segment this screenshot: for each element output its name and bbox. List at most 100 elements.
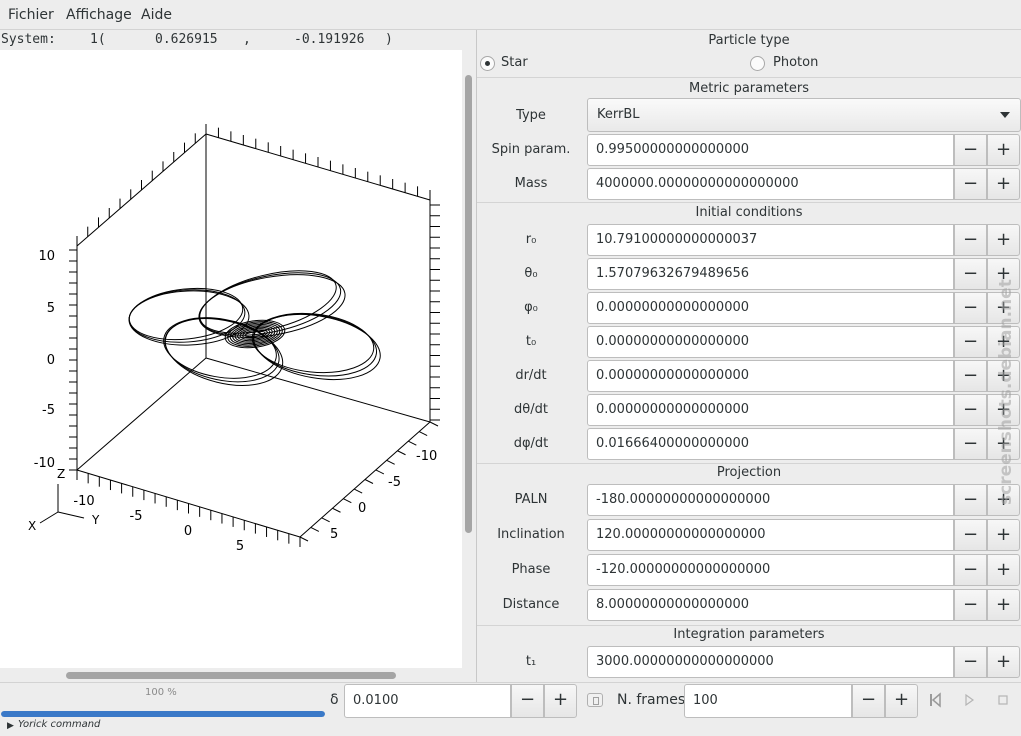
increment-button[interactable]: + xyxy=(987,258,1020,290)
mass-field[interactable]: 4000000.00000000000000000 xyxy=(587,168,954,200)
mass-increment-button[interactable]: + xyxy=(987,168,1020,200)
param-value-field[interactable]: -120.00000000000000000 xyxy=(587,554,954,586)
metric-type-label: Type xyxy=(516,108,546,123)
parameter-panel: Particle type Star Photon Metric paramet… xyxy=(477,30,1021,682)
spin-param-decrement-button[interactable]: − xyxy=(954,134,987,166)
increment-button[interactable]: + xyxy=(987,519,1020,551)
param-value-field[interactable]: 0.00000000000000000 xyxy=(587,360,954,392)
increment-button[interactable]: + xyxy=(987,292,1020,324)
param-value-field[interactable]: 0.00000000000000000 xyxy=(587,292,954,324)
plot-canvas[interactable]: Z X Y 10 5 0 -5 -10 -10 -5 0 5 -10 -5 0 … xyxy=(0,50,462,668)
increment-button[interactable]: + xyxy=(987,646,1020,678)
menu-fichier[interactable]: Fichier xyxy=(8,7,54,23)
decrement-button[interactable]: − xyxy=(954,292,987,324)
integration-parameters-title: Integration parameters xyxy=(673,627,825,642)
increment-button[interactable]: + xyxy=(987,360,1020,392)
stop-icon[interactable] xyxy=(995,692,1011,708)
param-value-field[interactable]: 0.01666400000000000 xyxy=(587,428,954,460)
progress-bar xyxy=(1,711,325,717)
separator xyxy=(477,202,1021,203)
particle-type-title: Particle type xyxy=(708,33,790,48)
nframes-field[interactable]: 100 xyxy=(684,684,852,718)
param-value-field[interactable]: -180.00000000000000000 xyxy=(587,484,954,516)
delta-field[interactable]: 0.0100 xyxy=(344,684,511,718)
status-index: 1( xyxy=(90,32,106,47)
radio-photon-label[interactable]: Photon xyxy=(773,55,818,70)
spin-param-increment-button[interactable]: + xyxy=(987,134,1020,166)
tick-mark xyxy=(321,517,330,523)
status-close: ) xyxy=(385,32,393,47)
radio-star[interactable] xyxy=(480,56,495,71)
mass-decrement-button[interactable]: − xyxy=(954,168,987,200)
increment-button[interactable]: + xyxy=(987,428,1020,460)
tick-label-x: -5 xyxy=(130,509,143,524)
decrement-button[interactable]: − xyxy=(954,519,987,551)
status-label: System: xyxy=(1,32,56,47)
delta-decrement-button[interactable]: − xyxy=(511,684,544,718)
param-value-field[interactable]: 120.00000000000000000 xyxy=(587,519,954,551)
tick-label-z: -5 xyxy=(42,403,55,418)
axis-label-y: Y xyxy=(91,513,100,527)
param-label: Inclination xyxy=(497,527,565,542)
decrement-button[interactable]: − xyxy=(954,428,987,460)
orbit-loop xyxy=(163,317,277,379)
plot-vertical-scroll-thumb[interactable] xyxy=(465,75,472,533)
decrement-button[interactable]: − xyxy=(954,554,987,586)
menu-affichage[interactable]: Affichage xyxy=(66,7,132,23)
delta-increment-button[interactable]: + xyxy=(544,684,577,718)
delta-label: δ xyxy=(330,692,339,708)
decrement-button[interactable]: − xyxy=(954,258,987,290)
param-value-field[interactable]: 0.00000000000000000 xyxy=(587,394,954,426)
increment-button[interactable]: + xyxy=(987,394,1020,426)
tick-mark xyxy=(386,459,395,465)
reset-icon[interactable] xyxy=(587,693,603,707)
param-value-field[interactable]: 1.57079632679489656 xyxy=(587,258,954,290)
status-y-value: -0.191926 xyxy=(294,32,365,47)
tick-label-y: 0 xyxy=(358,501,366,516)
increment-button[interactable]: + xyxy=(987,484,1020,516)
decrement-button[interactable]: − xyxy=(954,326,987,358)
metric-parameters-title: Metric parameters xyxy=(689,81,809,96)
param-label: t₀ xyxy=(525,334,537,349)
param-value-field[interactable]: 0.00000000000000000 xyxy=(587,326,954,358)
param-label: dr/dt xyxy=(515,368,547,383)
spin-param-field[interactable]: 0.99500000000000000 xyxy=(587,134,954,166)
plot-horizontal-scroll-thumb[interactable] xyxy=(66,672,396,679)
play-icon[interactable] xyxy=(961,692,977,708)
nframes-decrement-button[interactable]: − xyxy=(852,684,885,718)
tick-mark xyxy=(310,526,320,532)
nframes-increment-button[interactable]: + xyxy=(885,684,918,718)
param-label: r₀ xyxy=(525,232,537,247)
increment-button[interactable]: + xyxy=(987,554,1020,586)
radio-photon[interactable] xyxy=(750,56,765,71)
expander-arrow-icon[interactable]: ▶ xyxy=(7,721,14,731)
decrement-button[interactable]: − xyxy=(954,646,987,678)
axis-triad-y xyxy=(57,511,85,519)
decrement-button[interactable]: − xyxy=(954,360,987,392)
decrement-button[interactable]: − xyxy=(954,484,987,516)
metric-type-dropdown[interactable]: KerrBL xyxy=(587,98,1021,132)
decrement-button[interactable]: − xyxy=(954,224,987,256)
param-value-field[interactable]: 8.00000000000000000 xyxy=(587,589,954,621)
menu-aide[interactable]: Aide xyxy=(141,7,172,23)
yorick-command-expander[interactable]: Yorick command xyxy=(18,719,100,730)
nframes-label: N. frames xyxy=(617,692,686,708)
tick-label-z: 5 xyxy=(47,301,55,316)
orbit-3d-plot: Z X Y 10 5 0 -5 -10 -10 -5 0 5 -10 -5 0 … xyxy=(28,124,440,554)
increment-button[interactable]: + xyxy=(987,224,1020,256)
param-value-field[interactable]: 10.79100000000000037 xyxy=(587,224,954,256)
param-label: PALN xyxy=(514,492,548,507)
decrement-button[interactable]: − xyxy=(954,394,987,426)
decrement-button[interactable]: − xyxy=(954,589,987,621)
tick-label-z: -10 xyxy=(34,456,55,471)
radio-star-label[interactable]: Star xyxy=(501,55,528,70)
param-value-field[interactable]: 3000.00000000000000000 xyxy=(587,646,954,678)
bottom-toolbar: 100 % ▶ Yorick command δ 0.0100 − + N. f… xyxy=(0,682,1021,736)
param-label: dφ/dt xyxy=(513,436,549,451)
increment-button[interactable]: + xyxy=(987,589,1020,621)
tick-label-y: -10 xyxy=(416,449,437,464)
separator xyxy=(477,625,1021,626)
rewind-icon[interactable] xyxy=(928,692,944,708)
increment-button[interactable]: + xyxy=(987,326,1020,358)
param-label: θ₀ xyxy=(524,266,538,281)
